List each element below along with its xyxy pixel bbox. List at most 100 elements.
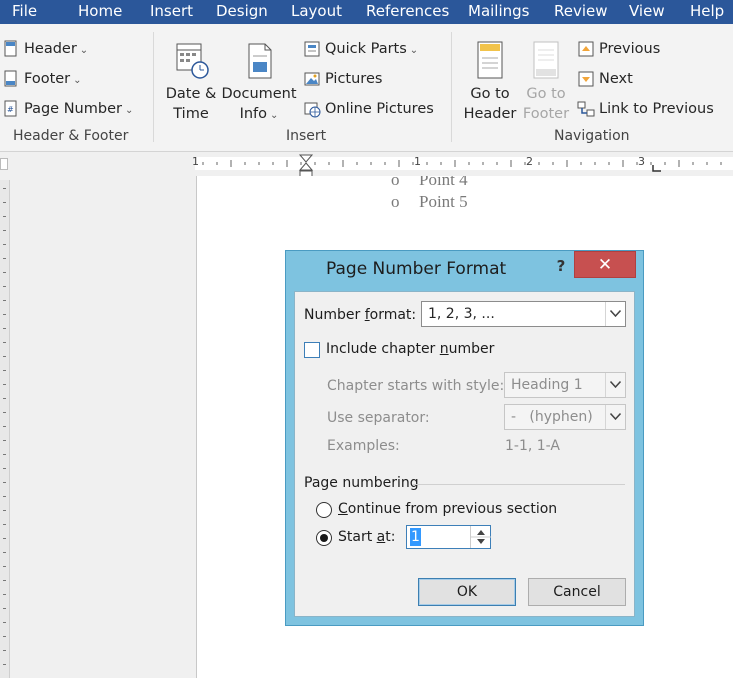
chevron-down-icon <box>610 413 621 420</box>
menu-mailings[interactable]: Mailings <box>468 0 529 24</box>
ruler-tick <box>3 370 6 371</box>
group-label-insert: Insert <box>286 128 327 144</box>
ruler-tick <box>3 342 6 343</box>
chapter-style-value: Heading 1 <box>511 377 583 393</box>
ruler-tick <box>3 664 6 665</box>
page-number-format-dialog: Page Number Format ? ✕ Number format: 1,… <box>285 250 644 626</box>
group-label-navigation: Navigation <box>554 128 630 144</box>
group-separator <box>451 32 452 142</box>
separator-label: Use separator: <box>327 410 430 426</box>
ruler-tick <box>3 482 6 483</box>
chapter-style-select[interactable]: Heading 1 <box>504 372 626 398</box>
date-time-button[interactable]: Date & Time <box>164 40 218 124</box>
chevron-down-icon: ⌄ <box>124 105 134 116</box>
page-numbering-heading: Page numbering <box>304 475 419 491</box>
menu-review[interactable]: Review <box>554 0 608 24</box>
previous-button[interactable]: Previous <box>577 36 687 62</box>
list-item: Point 5 <box>419 192 468 211</box>
ruler-tick <box>3 468 6 469</box>
menu-view[interactable]: View <box>629 0 665 24</box>
continue-label: Continue from previous section <box>338 501 558 517</box>
start-at-radio[interactable] <box>316 530 332 546</box>
dialog-body: Number format: 1, 2, 3, ... Include chap… <box>294 291 635 617</box>
tab-stop-marker-icon[interactable] <box>652 165 662 173</box>
start-at-input[interactable]: 1 <box>410 528 421 546</box>
menu-bar: File Home Insert Design Layout Reference… <box>0 0 733 24</box>
chevron-down-icon <box>610 381 621 388</box>
go-to-footer-button[interactable]: Go to Footer <box>519 40 573 124</box>
radio-selected-dot <box>320 534 328 542</box>
ruler-tick <box>3 272 6 273</box>
footer-button[interactable]: Footer ⌄ <box>2 66 142 92</box>
page-number-button[interactable]: # Page Number ⌄ <box>2 96 147 122</box>
document-info-button[interactable]: Document Info ⌄ <box>220 40 298 126</box>
next-icon <box>578 71 594 87</box>
pictures-button[interactable]: Pictures <box>303 66 443 92</box>
menu-insert[interactable]: Insert <box>150 0 193 24</box>
start-at-spinner[interactable]: 1 <box>406 525 491 549</box>
help-button[interactable]: ? <box>551 257 571 279</box>
ribbon: Header ⌄ Footer ⌄ # Page Number ⌄ Header & … <box>0 24 733 152</box>
online-pictures-button[interactable]: Online Pictures <box>303 96 448 122</box>
menu-layout[interactable]: Layout <box>291 0 342 24</box>
number-format-label: Number format: <box>304 307 417 323</box>
go-to-footer-icon <box>533 41 559 79</box>
examples-label: Examples: <box>327 438 400 454</box>
link-to-previous-button[interactable]: Link to Previous <box>577 96 722 122</box>
ruler-tick <box>3 440 6 441</box>
go-to-header-label-1: Go to <box>470 86 510 102</box>
ruler-tick <box>3 510 6 511</box>
separator-value: - (hyphen) <box>511 409 593 425</box>
section-divider <box>413 484 625 485</box>
previous-label: Previous <box>599 41 661 57</box>
ruler-tick <box>3 356 6 357</box>
ruler-mark: 2 <box>526 155 533 168</box>
continue-radio[interactable] <box>316 502 332 518</box>
quick-parts-icon <box>304 41 320 57</box>
quick-parts-label: Quick Parts <box>325 41 407 57</box>
menu-references[interactable]: References <box>366 0 449 24</box>
ok-button[interactable]: OK <box>418 578 516 606</box>
ruler-tick <box>3 286 6 287</box>
spinner-arrows-icon[interactable] <box>471 526 491 548</box>
dropdown-arrow <box>605 405 625 429</box>
ruler-mark: 1 <box>192 155 199 168</box>
ruler-tick <box>3 188 6 189</box>
ruler-tick <box>3 552 6 553</box>
tab-selector[interactable] <box>0 158 8 170</box>
menu-home[interactable]: Home <box>78 0 122 24</box>
chevron-down-icon: ⌄ <box>270 110 279 121</box>
vertical-ruler[interactable] <box>0 180 10 678</box>
next-button[interactable]: Next <box>577 66 687 92</box>
ruler-mark: 3 <box>638 155 645 168</box>
header-label: Header <box>24 41 77 57</box>
menu-file[interactable]: File <box>12 0 37 24</box>
ruler-tick <box>3 314 6 315</box>
ruler-tick <box>3 300 6 301</box>
close-button[interactable]: ✕ <box>574 251 636 278</box>
document-info-label-2: Info <box>239 106 268 122</box>
go-to-header-icon <box>477 41 503 79</box>
footer-icon <box>4 70 17 87</box>
separator-select[interactable]: - (hyphen) <box>504 404 626 430</box>
page-number-label: Page Number <box>24 101 122 117</box>
menu-design[interactable]: Design <box>216 0 268 24</box>
date-time-label-1: Date & <box>165 86 217 102</box>
number-format-select[interactable]: 1, 2, 3, ... <box>421 301 626 327</box>
ruler-mark: 1 <box>414 155 421 168</box>
include-chapter-label: Include chapter number <box>326 341 495 357</box>
quick-parts-button[interactable]: Quick Parts ⌄ <box>303 36 443 62</box>
go-to-header-button[interactable]: Go to Header <box>462 40 518 124</box>
calendar-clock-icon <box>176 43 209 79</box>
dialog-title: Page Number Format <box>326 259 507 279</box>
include-chapter-checkbox[interactable] <box>304 342 320 358</box>
dropdown-arrow <box>605 302 625 326</box>
start-at-label: Start at: <box>338 529 396 545</box>
online-pictures-icon <box>304 102 321 118</box>
header-button[interactable]: Header ⌄ <box>2 36 142 62</box>
menu-help[interactable]: Help <box>690 0 724 24</box>
ruler-tick <box>3 258 6 259</box>
cancel-button[interactable]: Cancel <box>528 578 626 606</box>
bullet-marker: o <box>391 192 400 211</box>
number-format-value: 1, 2, 3, ... <box>428 306 495 322</box>
